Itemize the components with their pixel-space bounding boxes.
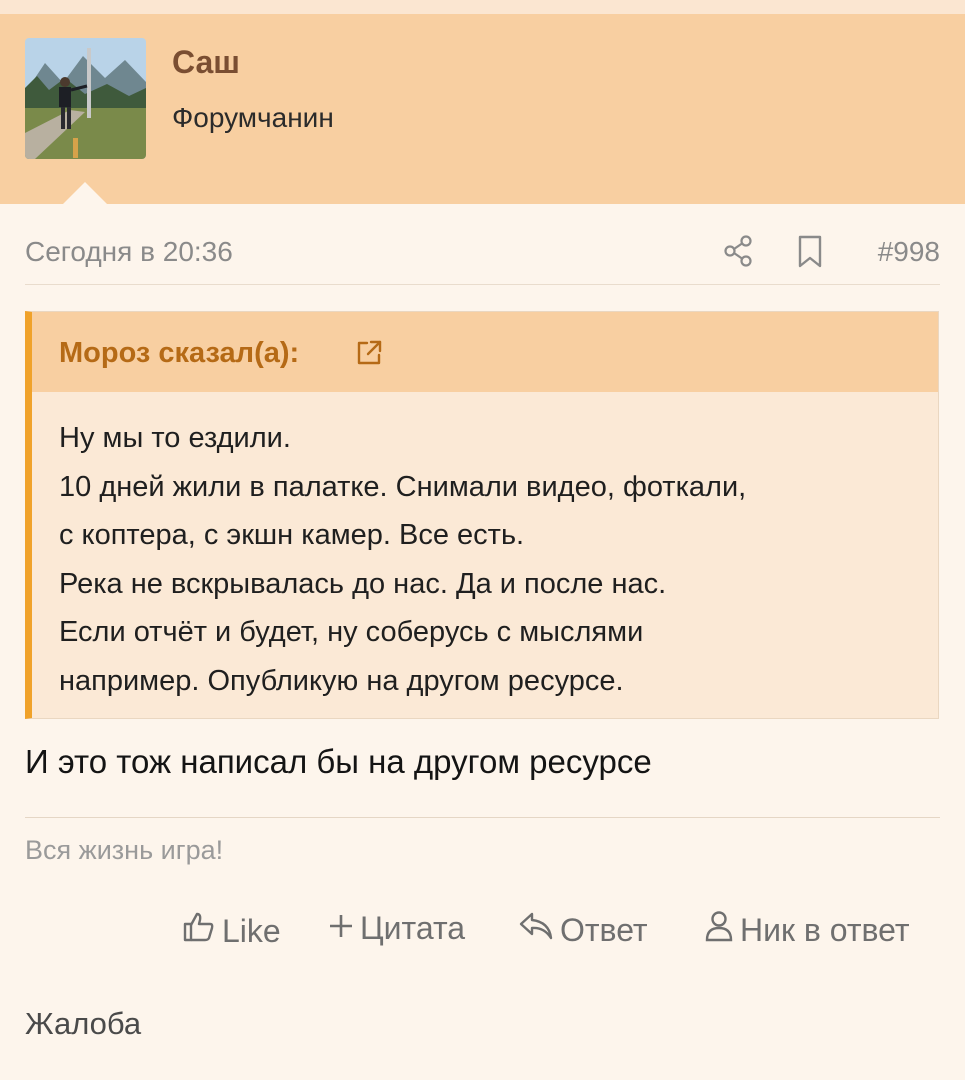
header-pointer [62, 182, 108, 205]
quote-line: например. Опубликую на другом ресурсе. [59, 664, 624, 697]
post-user-header: Саш Форумчанин [0, 14, 965, 204]
quote-block: Мороз сказал(а): Ну мы то ездили. 10 дне… [25, 311, 939, 719]
user-icon [704, 910, 740, 950]
quote-line: 10 дней жили в палатке. Снимали видео, ф… [59, 470, 747, 503]
quote-line: с коптера, с экшн камер. Все есть. [59, 519, 525, 551]
external-link-icon[interactable] [354, 338, 384, 368]
username[interactable]: Саш [172, 44, 240, 81]
quote-line: Река не вскрывалась до нас. Да и после н… [59, 567, 667, 600]
quote-line: Если отчёт и будет, ну соберусь с мыслям… [59, 616, 644, 648]
quote-label: Цитата [360, 910, 466, 946]
reply-icon [518, 910, 560, 950]
thumbs-up-icon [182, 910, 222, 952]
post-meta: Сегодня в 20:36 #998 [25, 228, 940, 285]
signature: Вся жизнь игра! [25, 835, 224, 865]
reply-button[interactable]: Ответ [518, 910, 648, 950]
post-number-link[interactable]: #998 [878, 236, 940, 268]
post-body-text: И это тож написал бы на другом ресурсе [25, 743, 652, 780]
top-strip [0, 0, 965, 14]
quote-body: Ну мы то ездили. 10 дней жили в палатке.… [59, 414, 919, 705]
bookmark-icon[interactable] [795, 234, 825, 270]
like-label: Like [222, 912, 281, 949]
quote-button[interactable]: Цитата [328, 910, 465, 947]
reply-label: Ответ [560, 911, 648, 948]
quote-line: Ну мы то ездили. [59, 422, 291, 454]
mention-label: Ник в ответ [740, 911, 910, 948]
plus-icon [328, 910, 360, 947]
signature-divider [25, 817, 940, 818]
mention-button[interactable]: Ник в ответ [704, 910, 910, 950]
user-avatar[interactable] [25, 38, 146, 159]
user-title: Форумчанин [172, 102, 334, 133]
like-button[interactable]: Like [182, 910, 281, 952]
quote-author[interactable]: Мороз сказал(а): [59, 337, 299, 370]
report-link[interactable]: Жалоба [25, 1006, 141, 1042]
post-date[interactable]: Сегодня в 20:36 [25, 236, 233, 268]
quote-header: Мороз сказал(а): [32, 312, 938, 392]
share-icon[interactable] [722, 234, 756, 268]
